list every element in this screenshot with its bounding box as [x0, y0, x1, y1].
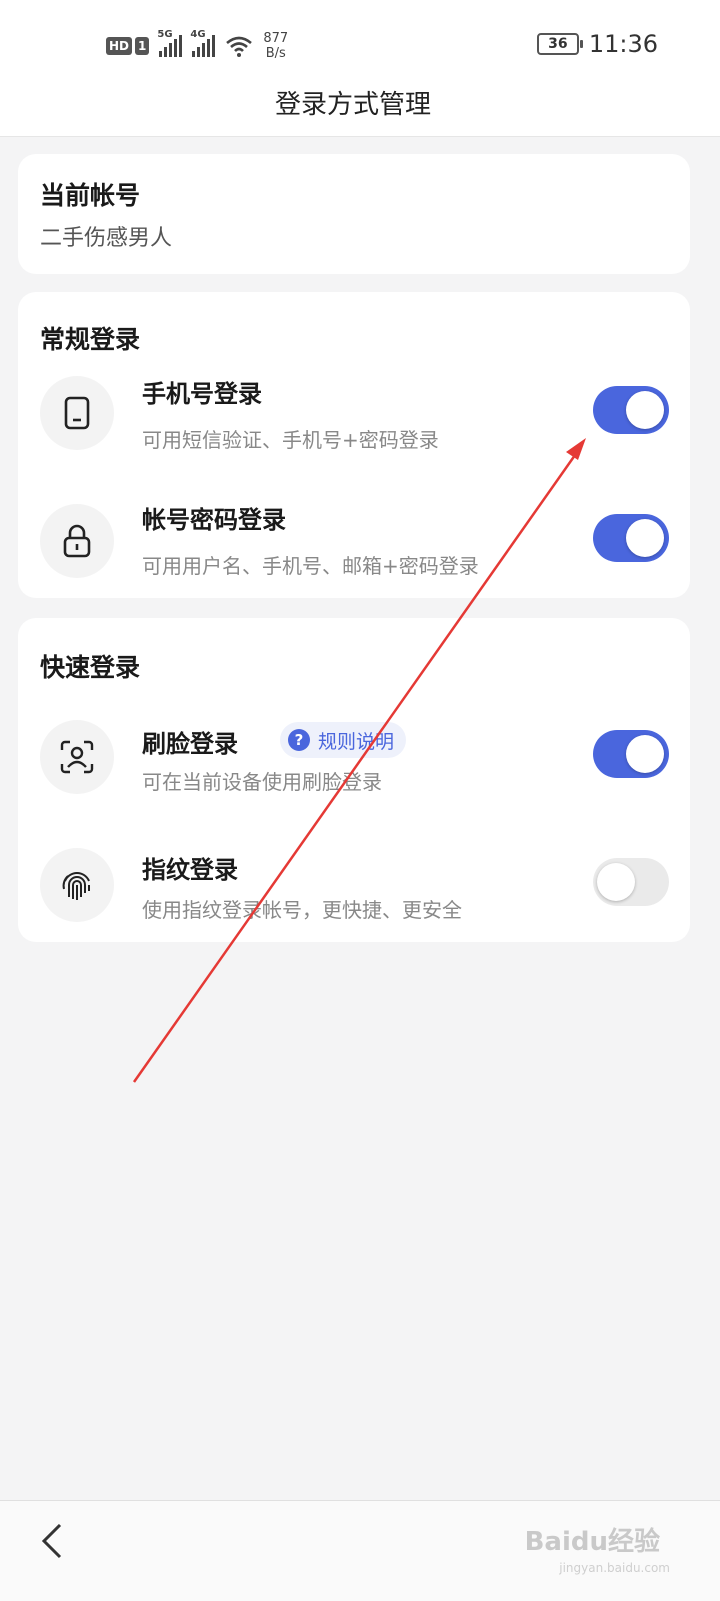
fingerprint-login-toggle[interactable]: [593, 858, 669, 906]
signal-4g-icon: 4G: [190, 29, 216, 57]
phone-login-title: 手机号登录: [142, 380, 262, 408]
fingerprint-login-desc: 使用指纹登录帐号，更快捷、更安全: [142, 898, 462, 922]
hd-badge: HD: [106, 37, 133, 55]
wifi-icon: [226, 36, 253, 57]
section-title-quick: 快速登录: [40, 653, 141, 682]
phone-login-desc: 可用短信验证、手机号+密码登录: [142, 428, 439, 452]
password-login-title: 帐号密码登录: [142, 506, 286, 534]
status-right: 36 11:36: [536, 30, 658, 58]
watermark-url: jingyan.baidu.com: [559, 1561, 670, 1575]
phone-login-toggle[interactable]: [593, 386, 669, 434]
face-login-title: 刷脸登录: [142, 730, 238, 758]
fingerprint-login-title: 指纹登录: [142, 856, 238, 884]
phone-login-row: 手机号登录 可用短信验证、手机号+密码登录: [18, 368, 690, 478]
fingerprint-icon: [40, 848, 114, 922]
phone-icon: [40, 376, 114, 450]
lock-icon: [40, 504, 114, 578]
current-account-label: 当前帐号: [40, 181, 141, 210]
regular-login-card: 常规登录 手机号登录 可用短信验证、手机号+密码登录 帐号密码登录 可用用户名、…: [18, 292, 690, 598]
face-login-desc: 可在当前设备使用刷脸登录: [142, 770, 382, 794]
network-speed: 877 B/s: [263, 31, 289, 61]
rules-link-label: 规则说明: [318, 730, 395, 753]
help-icon: ?: [288, 729, 310, 751]
password-login-desc: 可用用户名、手机号、邮箱+密码登录: [142, 554, 479, 578]
hd-indicator: HD 1: [106, 37, 150, 55]
bottom-nav: Baidu经验 jingyan.baidu.com: [0, 1500, 720, 1601]
face-login-row: 刷脸登录 ? 规则说明 可在当前设备使用刷脸登录: [18, 714, 690, 824]
rules-link[interactable]: ? 规则说明: [280, 722, 407, 758]
battery-icon: 36: [536, 33, 583, 55]
quick-login-card: 快速登录 刷脸登录 ? 规则说明 可在当前设备使用刷脸登录 指纹登录 使用指纹登…: [18, 618, 690, 942]
status-indicators: HD 1 5G 4G 877 B/s: [106, 29, 289, 62]
watermark-logo: Baidu经验: [524, 1527, 660, 1557]
page-title: 登录方式管理: [274, 90, 431, 120]
current-account-card: 当前帐号 二手伤感男人: [18, 154, 690, 274]
section-title-regular: 常规登录: [40, 325, 141, 354]
fingerprint-login-row: 指纹登录 使用指纹登录帐号，更快捷、更安全: [18, 842, 690, 952]
top-bar: HD 1 5G 4G 877 B/s 36 11:36 登录方式管理: [0, 0, 720, 137]
face-login-toggle[interactable]: [593, 730, 669, 778]
clock: 11:36: [588, 30, 658, 58]
signal-5g-icon: 5G: [157, 29, 183, 57]
sim-badge: 1: [135, 37, 150, 55]
back-icon[interactable]: [38, 1521, 68, 1561]
password-login-row: 帐号密码登录 可用用户名、手机号、邮箱+密码登录: [18, 496, 690, 606]
face-scan-icon: [40, 720, 114, 794]
password-login-toggle[interactable]: [593, 514, 669, 562]
current-account-name: 二手伤感男人: [40, 226, 173, 251]
